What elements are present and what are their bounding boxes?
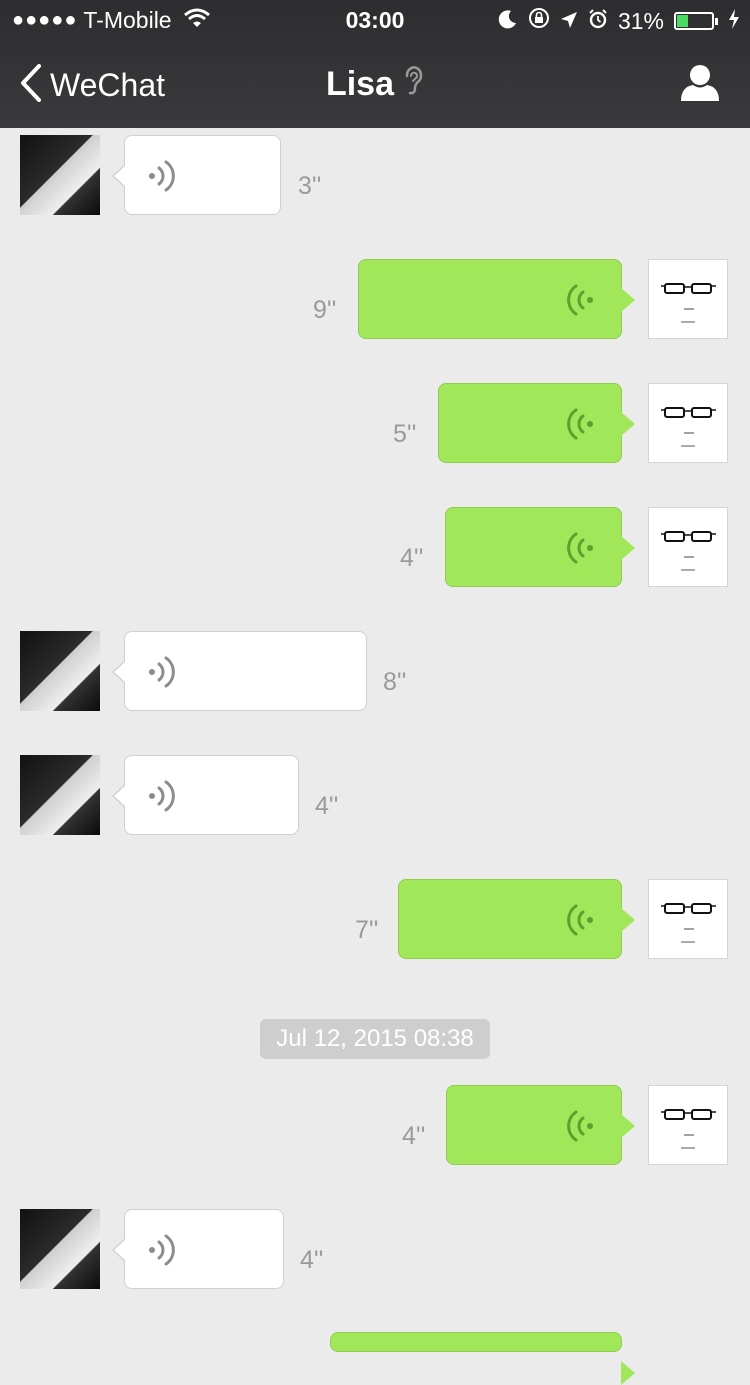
navigation-bar: WeChat Lisa xyxy=(0,40,750,128)
my-avatar[interactable] xyxy=(648,507,728,587)
glasses-face-icon xyxy=(661,903,716,943)
location-icon xyxy=(560,8,578,35)
contact-avatar[interactable] xyxy=(20,1209,100,1289)
profile-icon xyxy=(680,65,720,106)
charging-icon xyxy=(728,8,740,35)
voice-wave-icon xyxy=(567,904,593,936)
status-bar: ●●●●● T-Mobile 03:00 31% xyxy=(0,0,750,40)
my-avatar[interactable] xyxy=(648,259,728,339)
contact-avatar[interactable] xyxy=(20,135,100,215)
battery-fill xyxy=(677,15,688,27)
rotation-lock-icon xyxy=(528,7,550,35)
voice-duration: 7'' xyxy=(355,916,379,944)
glasses-face-icon xyxy=(661,407,716,447)
glasses-face-icon xyxy=(661,531,716,571)
voice-duration: 3'' xyxy=(298,172,322,200)
incoming-voice-message[interactable] xyxy=(112,631,367,711)
incoming-voice-message[interactable] xyxy=(112,1209,284,1289)
outgoing-voice-message[interactable] xyxy=(398,879,635,959)
voice-duration: 4'' xyxy=(300,1246,324,1274)
outgoing-voice-message[interactable] xyxy=(446,1085,635,1165)
header: ●●●●● T-Mobile 03:00 31% WeChat Lisa xyxy=(0,0,750,128)
profile-button[interactable] xyxy=(680,64,720,107)
outgoing-voice-message[interactable] xyxy=(358,259,635,339)
outgoing-voice-message[interactable] xyxy=(445,507,635,587)
voice-wave-icon xyxy=(149,656,175,688)
voice-duration: 4'' xyxy=(402,1122,426,1150)
contact-avatar[interactable] xyxy=(20,755,100,835)
my-avatar[interactable] xyxy=(648,879,728,959)
voice-wave-icon xyxy=(567,408,593,440)
voice-duration: 8'' xyxy=(383,668,407,696)
glasses-face-icon xyxy=(661,1109,716,1149)
voice-duration: 5'' xyxy=(393,420,417,448)
voice-wave-icon xyxy=(149,1234,175,1266)
voice-wave-icon xyxy=(149,780,175,812)
voice-duration: 9'' xyxy=(313,296,337,324)
voice-wave-icon xyxy=(567,532,593,564)
outgoing-voice-message[interactable] xyxy=(438,383,635,463)
chat-timestamp: Jul 12, 2015 08:38 xyxy=(260,1019,490,1059)
moon-icon xyxy=(498,8,518,35)
contact-avatar[interactable] xyxy=(20,631,100,711)
voice-duration: 4'' xyxy=(315,792,339,820)
battery-percent: 31% xyxy=(617,7,664,34)
earpiece-mode-icon xyxy=(402,64,424,105)
incoming-voice-message[interactable] xyxy=(112,755,299,835)
chat-title: Lisa xyxy=(325,65,395,103)
voice-wave-icon xyxy=(567,1110,593,1142)
voice-duration: 4'' xyxy=(400,544,424,572)
voice-wave-icon xyxy=(149,160,175,192)
outgoing-voice-message[interactable] xyxy=(330,1332,635,1385)
incoming-voice-message[interactable] xyxy=(112,135,281,215)
my-avatar[interactable] xyxy=(648,1085,728,1165)
my-avatar[interactable] xyxy=(648,383,728,463)
glasses-face-icon xyxy=(661,283,716,323)
voice-wave-icon xyxy=(567,284,593,316)
battery-icon xyxy=(674,12,718,30)
alarm-icon xyxy=(588,8,608,35)
